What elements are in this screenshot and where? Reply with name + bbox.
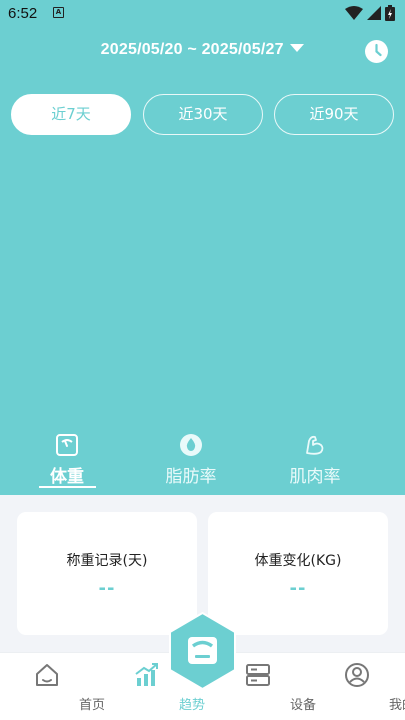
status-bar: 6:52 A [0,0,405,28]
status-icons [345,5,395,21]
nav-profile-label: 我的 [388,698,405,713]
tab-muscle-rate[interactable]: 肌肉率 [255,432,375,490]
tab-weight-label: 体重 [50,467,84,487]
weight-change-value: -- [289,578,307,599]
signal-icon [367,6,381,20]
trend-icon [135,663,158,686]
weight-change-title: 体重变化(KG) [254,553,342,569]
muscle-icon [306,435,324,455]
profile-icon [345,663,369,687]
history-button[interactable] [365,40,388,63]
tab-7-days[interactable]: 近7天 [11,94,131,135]
status-time: 6:52 [8,5,38,22]
tab-fat-rate[interactable]: 脂肪率 [131,432,251,490]
scale-fab-icon [188,637,217,664]
tab-weight[interactable]: 体重 [7,432,127,490]
device-icon [246,664,270,686]
date-range-text: 2025/05/20 ~ 2025/05/27 [100,41,284,58]
drop-icon [180,434,202,456]
nav-home[interactable]: 首页 [2,653,105,720]
date-range-selector[interactable]: 2025/05/20 ~ 2025/05/27 [0,41,405,59]
tab-muscle-rate-label: 肌肉率 [289,467,341,487]
caret-down-icon [290,44,305,53]
active-tab-indicator [39,486,96,488]
weigh-scale-button[interactable] [168,612,237,690]
tab-90-days[interactable]: 近90天 [274,94,394,135]
battery-icon [385,5,395,21]
tab-fat-rate-label: 脂肪率 [165,467,217,487]
tab-30-days[interactable]: 近30天 [143,94,263,135]
notification-a-icon: A [53,7,64,18]
scale-icon [56,434,78,456]
clock-icon [375,43,382,57]
range-tabs: 近7天 近30天 近90天 [11,94,395,135]
nav-profile[interactable]: 我的 [312,653,405,720]
weigh-records-title: 称重记录(天) [66,553,148,569]
wifi-icon [345,6,363,20]
home-icon [36,664,58,686]
weigh-records-value: -- [98,578,116,599]
